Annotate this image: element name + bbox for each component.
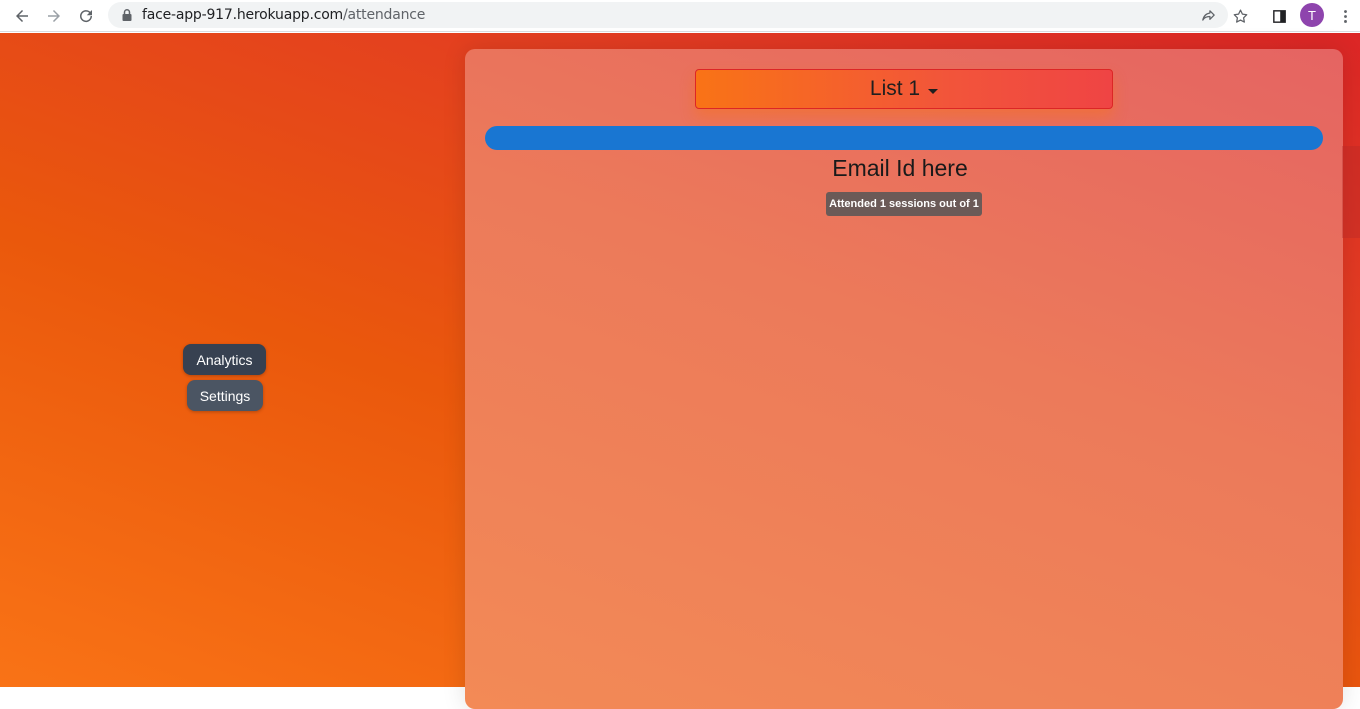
more-menu-icon[interactable] [1333, 4, 1357, 28]
list-select-label: List 1 [869, 77, 921, 100]
profile-avatar[interactable]: T [1300, 3, 1324, 27]
attendance-page: Analytics Settings List 1 Email Id here … [0, 33, 1360, 709]
attendance-panel: List 1 Email Id here Attended 1 sessions… [465, 49, 1343, 709]
address-bar[interactable]: face-app-917.herokuapp.com/attendance [108, 2, 1228, 28]
student-bar[interactable] [485, 126, 1323, 150]
caret-down-icon [928, 88, 939, 94]
bookmark-star-icon[interactable] [1228, 4, 1252, 28]
url-path: /attendance [343, 7, 426, 23]
url-text: face-app-917.herokuapp.com/attendance [142, 7, 425, 23]
forward-icon[interactable] [42, 4, 66, 28]
side-panel-icon[interactable] [1267, 4, 1291, 28]
analytics-button[interactable]: Analytics [183, 344, 266, 375]
url-host: face-app-917.herokuapp.com [142, 7, 343, 23]
share-icon[interactable] [1196, 4, 1220, 28]
settings-button[interactable]: Settings [187, 380, 263, 411]
side-nav: Analytics Settings [0, 33, 450, 687]
page-scrollbar-thumb[interactable] [1342, 146, 1360, 238]
list-select-dropdown[interactable]: List 1 [695, 69, 1113, 109]
browser-toolbar: face-app-917.herokuapp.com/attendance T [0, 0, 1360, 32]
attendance-count-badge: Attended 1 sessions out of 1 [826, 192, 982, 216]
back-icon[interactable] [10, 4, 34, 28]
lock-icon [120, 8, 134, 22]
student-email-label: Email Id here [832, 155, 968, 181]
reload-icon[interactable] [74, 4, 98, 28]
